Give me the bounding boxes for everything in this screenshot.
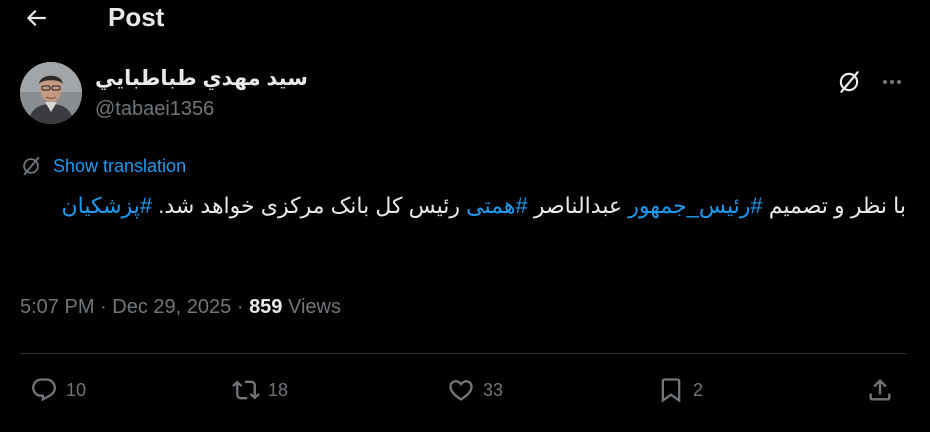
views-label: Views xyxy=(288,296,341,318)
repost-count: 18 xyxy=(268,379,289,400)
show-translation-link[interactable]: Show translation xyxy=(20,154,186,178)
author-display-name[interactable]: سيد مهدي طباطبايي xyxy=(95,66,308,91)
grok-icon xyxy=(839,71,859,93)
like-count: 33 xyxy=(483,379,504,400)
tweet-text: با نظر و تصمیم #رئیس_جمهور عبدالناصر #هم… xyxy=(20,188,906,224)
more-icon xyxy=(883,80,901,84)
bookmark-button[interactable]: 2 xyxy=(657,372,703,408)
reply-icon xyxy=(32,378,56,402)
page-title: Post xyxy=(108,2,165,32)
meta-separator: · xyxy=(236,296,244,318)
tweet-text-segment: عبدالناصر xyxy=(527,193,629,218)
author-handle[interactable]: @tabaei1356 xyxy=(95,98,214,121)
repost-button[interactable]: 18 xyxy=(232,372,288,408)
show-translation-label: Show translation xyxy=(53,155,187,176)
tweet-text-segment: رئیس کل بانک مرکزی خواهد شد. xyxy=(152,193,467,218)
share-button[interactable] xyxy=(866,372,894,408)
more-button[interactable] xyxy=(878,68,906,96)
hashtag-link[interactable]: #پزشکیان xyxy=(62,193,153,218)
views-count: 859 xyxy=(249,296,283,318)
tweet-meta: 5:07 PM · Dec 29, 2025 · 859 Views xyxy=(20,296,341,319)
hashtag-link[interactable]: #همتی xyxy=(466,193,528,218)
repost-icon xyxy=(232,380,260,400)
top-bar: Post xyxy=(0,0,930,36)
grok-button[interactable] xyxy=(835,68,863,96)
post-time[interactable]: 5:07 PM xyxy=(20,296,94,318)
back-arrow-icon xyxy=(26,9,46,27)
hashtag-link[interactable]: #رئیس_جمهور xyxy=(628,193,762,218)
divider xyxy=(20,353,906,354)
bookmark-icon xyxy=(661,378,681,403)
reply-count: 10 xyxy=(66,379,87,400)
share-icon xyxy=(869,379,891,401)
tweet-text-segment: با نظر و تصمیم xyxy=(762,193,906,218)
post-date[interactable]: Dec 29, 2025 xyxy=(112,296,231,318)
meta-separator: · xyxy=(100,296,107,318)
action-bar: 10 18 33 2 xyxy=(20,370,906,410)
translate-icon xyxy=(20,155,42,177)
like-button[interactable]: 33 xyxy=(447,372,503,408)
author-block: سيد مهدي طباطبايي @tabaei1356 xyxy=(20,62,910,126)
like-icon xyxy=(449,380,473,401)
back-button[interactable] xyxy=(22,4,50,32)
avatar[interactable] xyxy=(20,62,82,124)
reply-button[interactable]: 10 xyxy=(30,372,86,408)
bookmark-count: 2 xyxy=(693,379,704,400)
